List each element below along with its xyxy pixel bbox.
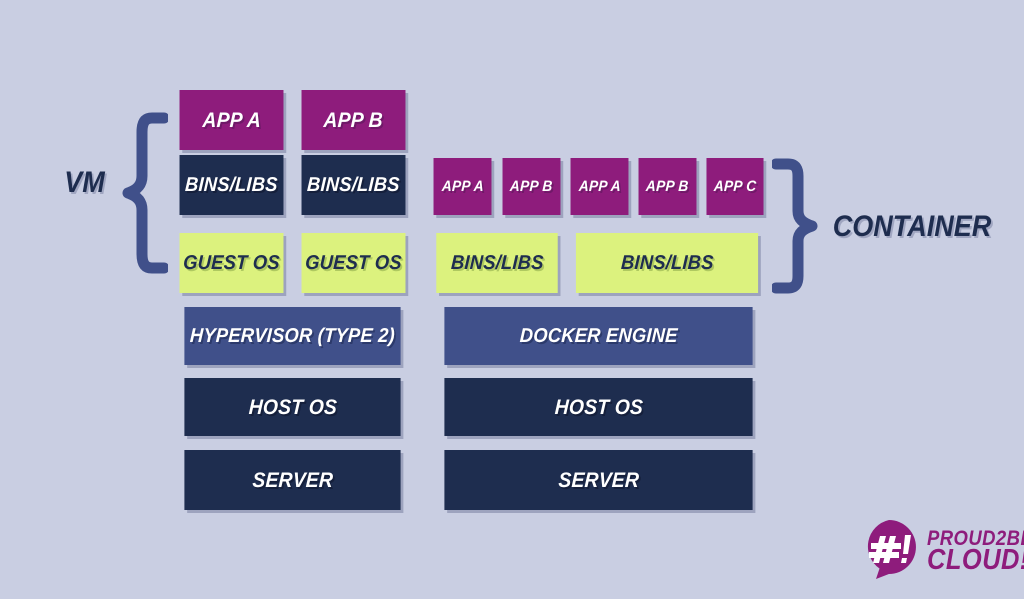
vm-label: VM: [64, 166, 105, 199]
vm-guest-os-box-1[interactable]: GUEST OS: [179, 233, 284, 293]
vm-bins-libs-box-2[interactable]: BINS/LIBS: [301, 155, 406, 215]
proud2be-cloud-logo[interactable]: PROUD2BE CLOUD!: [860, 518, 1024, 585]
vm-bins-libs-label-1: BINS/LIBS: [184, 174, 279, 196]
container-app-label-3: APP A: [578, 178, 621, 195]
container-host-os-box[interactable]: HOST OS: [444, 378, 753, 436]
container-label: CONTAINER: [832, 210, 992, 243]
vm-hypervisor-box[interactable]: HYPERVISOR (TYPE 2): [184, 307, 401, 365]
container-docker-engine-box[interactable]: DOCKER ENGINE: [444, 307, 753, 365]
container-app-box-2[interactable]: APP B: [502, 158, 561, 215]
container-app-label-4: APP B: [645, 178, 690, 195]
container-app-box-4[interactable]: APP B: [638, 158, 697, 215]
container-app-box-5[interactable]: APP C: [706, 158, 764, 215]
vm-host-os-box[interactable]: HOST OS: [184, 378, 401, 436]
vm-bins-libs-label-2: BINS/LIBS: [306, 174, 401, 196]
container-server-label: SERVER: [557, 468, 640, 492]
container-app-box-1[interactable]: APP A: [433, 158, 492, 215]
container-docker-engine-label: DOCKER ENGINE: [519, 325, 678, 347]
logo-wordmark: PROUD2BE CLOUD!: [927, 528, 1024, 577]
container-brace: [772, 158, 818, 294]
container-app-box-3[interactable]: APP A: [570, 158, 629, 215]
diagram-canvas: VM CONTAINER APP A APP B BINS/LIBS BINS/…: [0, 0, 1024, 599]
container-bins-libs-box-1[interactable]: BINS/LIBS: [436, 233, 558, 293]
vm-guest-os-label-2: GUEST OS: [304, 252, 403, 274]
vm-guest-os-label-1: GUEST OS: [182, 252, 281, 274]
container-bins-libs-box-2[interactable]: BINS/LIBS: [575, 233, 759, 293]
container-app-label-5: APP C: [713, 178, 757, 195]
vm-app-box-2[interactable]: APP B: [301, 90, 406, 150]
vm-guest-os-box-2[interactable]: GUEST OS: [301, 233, 406, 293]
hashbang-speech-bubble-icon: [860, 518, 918, 585]
container-bins-libs-label-1: BINS/LIBS: [450, 252, 544, 274]
container-app-label-2: APP B: [509, 178, 554, 195]
vm-hypervisor-label: HYPERVISOR (TYPE 2): [189, 325, 396, 347]
vm-app-box-1[interactable]: APP A: [179, 90, 284, 150]
vm-server-box[interactable]: SERVER: [184, 450, 401, 510]
vm-brace: [122, 112, 168, 274]
vm-server-label: SERVER: [251, 468, 334, 492]
logo-line-2: CLOUD!: [927, 544, 1024, 577]
vm-bins-libs-box-1[interactable]: BINS/LIBS: [179, 155, 284, 215]
container-app-label-1: APP A: [441, 178, 484, 195]
vm-app-label-1: APP A: [201, 108, 262, 132]
container-host-os-label: HOST OS: [553, 395, 644, 419]
container-server-box[interactable]: SERVER: [444, 450, 753, 510]
vm-app-label-2: APP B: [323, 108, 384, 132]
container-bins-libs-label-2: BINS/LIBS: [620, 252, 714, 274]
vm-host-os-label: HOST OS: [247, 395, 338, 419]
